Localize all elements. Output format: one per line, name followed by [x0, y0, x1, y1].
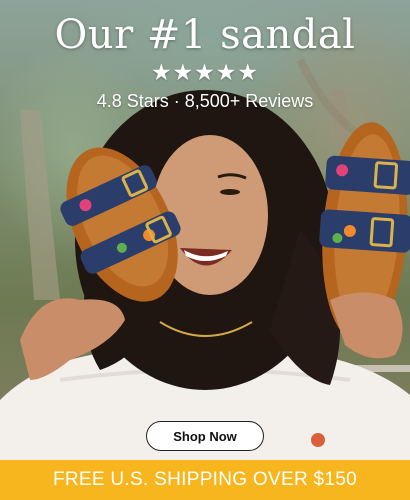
rating-stars: ★★★★★	[150, 60, 260, 86]
sandal-ad: Our #1 sandal ★★★★★ 4.8 Stars · 8,500+ R…	[0, 0, 410, 500]
shop-now-button[interactable]: Shop Now	[146, 421, 264, 451]
floral-print-dot	[311, 433, 325, 447]
headline: Our #1 sandal	[54, 12, 356, 58]
free-shipping-banner: FREE U.S. SHIPPING OVER $150	[0, 460, 410, 500]
sandal-strap	[319, 209, 410, 253]
tree-trunk-left	[20, 110, 60, 300]
rating-text: 4.8 Stars · 8,500+ Reviews	[96, 91, 314, 111]
hand-right	[330, 292, 403, 359]
eye-right	[220, 189, 240, 195]
